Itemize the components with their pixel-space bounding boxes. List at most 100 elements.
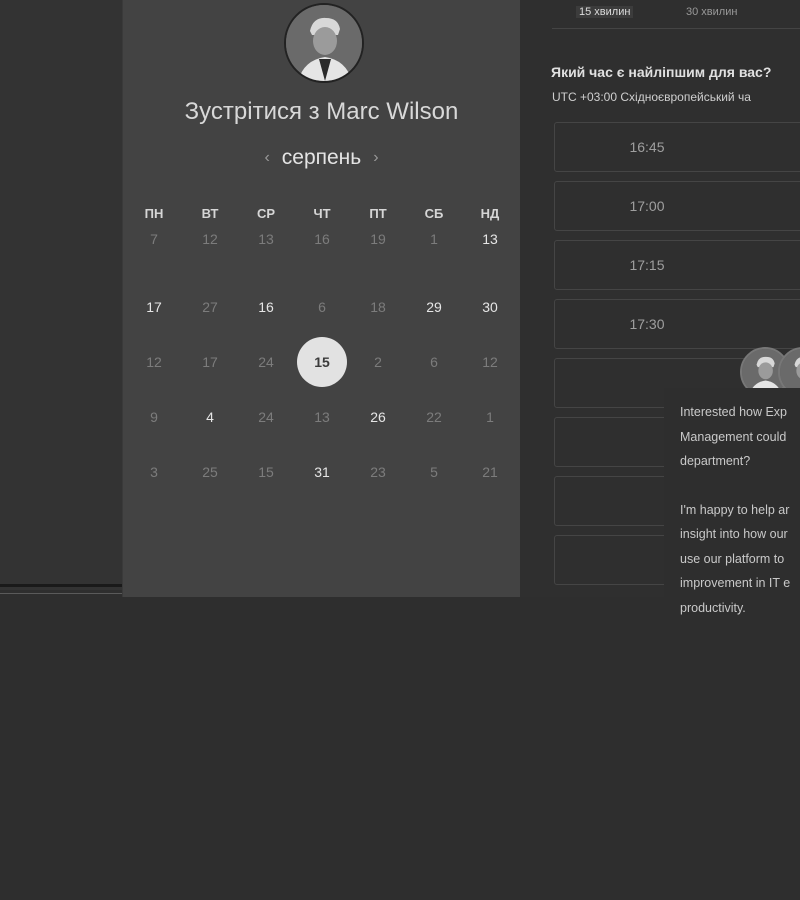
chat-line: Interested how Exp xyxy=(680,405,788,419)
chat-paragraph: Interested how Exp Management could depart… xyxy=(680,400,800,474)
calendar-day: 7 xyxy=(126,224,182,279)
calendar-day: 2 xyxy=(350,334,406,389)
calendar-day-label: 27 xyxy=(202,298,218,315)
calendar-grid: 7 12 13 16 19 1 13 17 27 16 6 18 29 30 12 17 24 15 2 6 12 9 4 2… xyxy=(126,224,517,499)
calendar-day: 13 xyxy=(294,389,350,444)
background-divider xyxy=(0,584,122,587)
calendar-day-label: 16 xyxy=(258,298,274,315)
chat-line: insight into how our xyxy=(680,527,788,541)
calendar-day-label: 6 xyxy=(430,353,438,370)
calendar-day-label: 12 xyxy=(482,353,498,370)
calendar-day-label: 15 xyxy=(258,463,274,480)
calendar-day: 17 xyxy=(182,334,238,389)
calendar-day: 12 xyxy=(126,334,182,389)
calendar-day: 21 xyxy=(462,444,518,499)
calendar-day-label: 25 xyxy=(202,463,218,480)
calendar-day-label: 2 xyxy=(374,353,382,370)
chat-line: I'm happy to help ar xyxy=(680,502,790,517)
chevron-right-icon[interactable]: › xyxy=(361,149,390,167)
calendar-day: 12 xyxy=(462,334,518,389)
calendar-day[interactable]: 31 xyxy=(294,444,350,499)
time-slot-label: 16:45 xyxy=(629,139,665,155)
chat-line: improvement in IT e xyxy=(680,576,791,590)
calendar-day-label: 24 xyxy=(258,353,274,370)
weekday-label: ЧТ xyxy=(313,206,331,221)
weekday-header: ПН ВТ СР ЧТ ПТ СБ НД xyxy=(126,206,517,221)
timezone-selector[interactable]: UTC +03:00 Східноєвропейський ча xyxy=(552,90,751,104)
weekday-label: СР xyxy=(256,206,276,221)
calendar-day: 3 xyxy=(126,444,182,499)
calendar-day: 24 xyxy=(238,389,294,444)
calendar-day: 22 xyxy=(406,389,462,444)
calendar-day-label: 18 xyxy=(370,298,386,315)
calendar-day: 25 xyxy=(182,444,238,499)
tab-30-min[interactable]: 30 хвилин xyxy=(686,6,737,18)
calendar-day-label: 13 xyxy=(258,231,274,247)
calendar-day: 9 xyxy=(126,389,182,444)
calendar-day[interactable]: 13 xyxy=(462,224,518,279)
calendar-day: 27 xyxy=(182,279,238,334)
calendar-day-label: 12 xyxy=(146,353,162,370)
tab-15-min[interactable]: 15 хвилин xyxy=(576,6,634,18)
time-slot[interactable]: 17:15 xyxy=(554,240,800,290)
chat-line: Management could xyxy=(680,429,787,444)
calendar-day-label: 4 xyxy=(206,408,214,425)
calendar-day-label: 31 xyxy=(314,463,330,480)
calendar-day: 5 xyxy=(406,444,462,499)
calendar-day-label: 1 xyxy=(486,408,494,425)
calendar-day-label: 26 xyxy=(370,408,386,425)
calendar-day: 1 xyxy=(462,389,518,444)
weekday-label: ПТ xyxy=(369,206,387,221)
calendar-day-label: 29 xyxy=(426,298,442,315)
calendar-day: 6 xyxy=(294,279,350,334)
calendar-day-label: 6 xyxy=(318,298,326,315)
calendar-day-label: 19 xyxy=(370,231,386,247)
time-slot[interactable]: 17:00 xyxy=(554,181,800,231)
calendar-day-selected[interactable]: 15 xyxy=(294,334,350,389)
calendar-day[interactable]: 29 xyxy=(406,279,462,334)
calendar-day-label: 23 xyxy=(370,463,386,480)
calendar-day-label: 17 xyxy=(202,353,218,370)
chat-message-bubble[interactable]: Interested how Exp Management could depart… xyxy=(664,388,800,628)
calendar-day: 23 xyxy=(350,444,406,499)
duration-tabs: 15 хвилин 30 хвилин xyxy=(552,0,800,29)
calendar-day: 16 xyxy=(294,224,350,279)
calendar-day: 18 xyxy=(350,279,406,334)
calendar-day[interactable]: 30 xyxy=(462,279,518,334)
time-slot[interactable]: 17:30 xyxy=(554,299,800,349)
calendar-day-label: 16 xyxy=(314,231,330,247)
time-slot-label: 17:30 xyxy=(629,316,665,332)
calendar-day: 19 xyxy=(350,224,406,279)
chat-line: use our platform to xyxy=(680,551,785,566)
calendar-day-label: 12 xyxy=(202,231,218,247)
calendar-day-label: 7 xyxy=(150,231,158,247)
calendar-day-label: 17 xyxy=(146,298,162,315)
month-navigation: ‹ серпень › xyxy=(123,146,520,170)
calendar-day-label: 15 xyxy=(297,336,347,387)
weekday-label: ПН xyxy=(144,206,164,221)
calendar-day[interactable]: 26 xyxy=(350,389,406,444)
calendar-day-label: 24 xyxy=(258,408,274,425)
calendar-day[interactable]: 16 xyxy=(238,279,294,334)
calendar-day-label: 13 xyxy=(482,231,498,247)
chat-line: department? xyxy=(680,454,751,468)
calendar-day-label: 21 xyxy=(482,463,498,480)
weekday-label: ВТ xyxy=(201,206,219,221)
calendar-day[interactable]: 17 xyxy=(126,279,182,334)
time-slot[interactable]: 16:45 xyxy=(554,122,800,172)
host-avatar xyxy=(284,3,364,83)
calendar-day[interactable]: 4 xyxy=(182,389,238,444)
page-title: Зустрітися з Marc Wilson xyxy=(184,98,459,125)
time-question: Який час є найліпшим для вас? xyxy=(551,64,772,80)
person-icon xyxy=(286,5,362,81)
calendar-day: 15 xyxy=(238,444,294,499)
chevron-left-icon[interactable]: ‹ xyxy=(252,149,281,167)
calendar-day: 12 xyxy=(182,224,238,279)
time-slot-label: 17:15 xyxy=(629,257,665,273)
chat-line: productivity. xyxy=(680,600,746,615)
background-page-left xyxy=(0,0,122,590)
calendar-day: 13 xyxy=(238,224,294,279)
calendar-day-label: 5 xyxy=(430,463,438,480)
calendar-day-label: 9 xyxy=(150,408,158,425)
calendar-day-label: 13 xyxy=(314,408,330,425)
